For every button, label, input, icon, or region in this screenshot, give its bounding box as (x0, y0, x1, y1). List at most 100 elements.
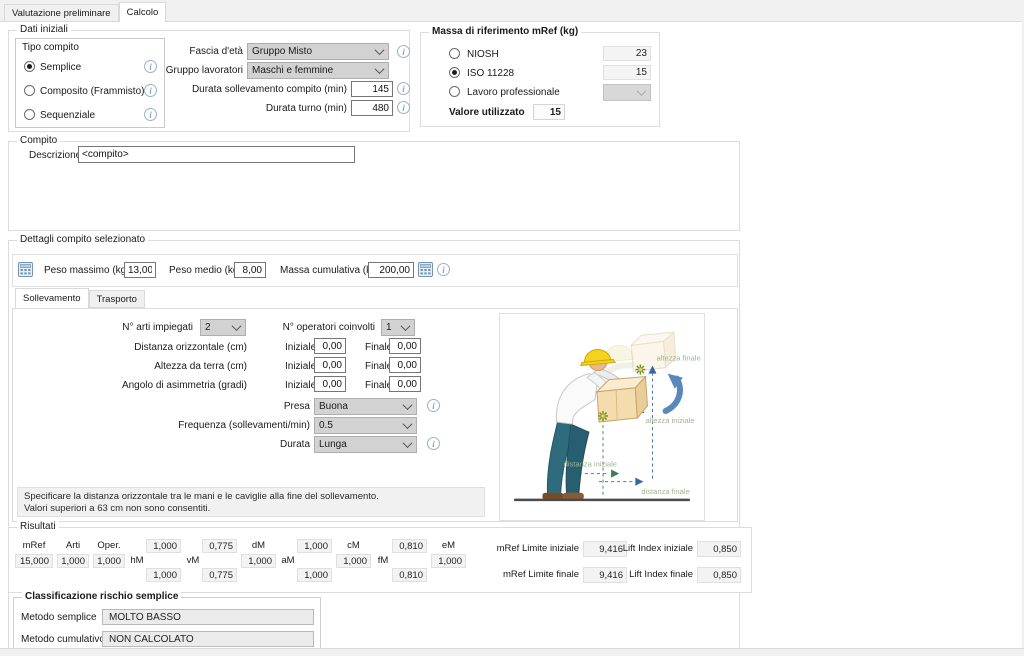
durata-combo[interactable]: Lunga (314, 436, 417, 453)
peso-medio-input[interactable] (234, 262, 266, 278)
gruppo-lavoratori-value: Maschi e femmine (252, 65, 333, 76)
frequenza-value: 0.5 (319, 420, 333, 431)
radio-niosh[interactable] (449, 48, 460, 59)
info-icon[interactable]: i (397, 82, 410, 95)
arti-label: Arti (57, 541, 89, 551)
am-label: aM (280, 556, 296, 566)
durata-sollevamento-label: Durata sollevamento compito (min) (192, 84, 347, 95)
mref-limite-finale-value: 9,416 (583, 567, 627, 583)
metodo-cumulativo-value: NON CALCOLATO (102, 631, 314, 647)
tab-valutazione-preliminare[interactable]: Valutazione preliminare (4, 4, 119, 22)
sollevamento-panel: N° arti impiegati 2 N° operatori coinvol… (12, 308, 738, 522)
dettagli-compito-title: Dettagli compito selezionato (17, 234, 148, 246)
operatori-combo[interactable]: 1 (381, 319, 415, 336)
fascia-eta-combo[interactable]: Gruppo Misto (247, 43, 389, 60)
compito-group: Compito Descrizione (8, 141, 740, 231)
valore-utilizzato-label: Valore utilizzato (449, 107, 525, 118)
chevron-down-icon (403, 438, 413, 448)
gruppo-lavoratori-label: Gruppo lavoratori (166, 65, 243, 76)
mref-value: 15,000 (15, 554, 53, 568)
durata-sollevamento-input[interactable] (351, 81, 393, 97)
tipo-compito-box: Tipo compito Semplice i Composito (Framm… (15, 38, 165, 128)
durata-turno-input[interactable] (351, 100, 393, 116)
info-icon[interactable]: i (397, 45, 410, 58)
peso-massimo-input[interactable] (124, 262, 156, 278)
radio-lavoro-professionale-label[interactable]: Lavoro professionale (467, 87, 560, 98)
application-window: Valutazione preliminare Calcolo Dati ini… (0, 0, 1024, 656)
main-tabstrip: Valutazione preliminare Calcolo (4, 2, 166, 22)
angolo-asimmetria-finale-input[interactable] (389, 376, 421, 392)
niosh-value: 23 (603, 46, 651, 61)
iniziale-label: Iniziale (285, 342, 316, 353)
distanza-orizzontale-finale-input[interactable] (389, 338, 421, 354)
frequenza-combo[interactable]: 0.5 (314, 417, 417, 434)
radio-sequenziale[interactable] (24, 109, 35, 120)
info-icon[interactable]: i (427, 437, 440, 450)
operatori-value: 1 (386, 322, 392, 333)
arti-impiegati-label: N° arti impiegati (122, 322, 193, 333)
em-value: 1,000 (431, 554, 466, 568)
info-icon[interactable]: i (144, 60, 157, 73)
fm-label: fM (375, 556, 391, 566)
classificazione-title: Classificazione rischio semplice (22, 591, 181, 603)
tab-trasporto[interactable]: Trasporto (89, 290, 145, 308)
distanza-iniziale-label: distanza iniziale (564, 460, 617, 469)
info-icon[interactable]: i (437, 263, 450, 276)
presa-combo[interactable]: Buona (314, 398, 417, 415)
chevron-down-icon (403, 400, 413, 410)
massa-cumulativa-input[interactable] (368, 262, 414, 278)
hm-finale-value: 1,000 (146, 568, 181, 582)
radio-composito-label[interactable]: Composito (Frammisto) (40, 86, 144, 97)
info-icon[interactable]: i (397, 101, 410, 114)
radio-iso-11228[interactable] (449, 67, 460, 78)
dettagli-tabstrip: Sollevamento Trasporto (15, 288, 145, 308)
classificazione-group: Classificazione rischio semplice Metodo … (13, 597, 321, 655)
peso-massimo-label: Peso massimo (kg) (44, 265, 130, 276)
chevron-down-icon (375, 45, 385, 55)
radio-composito[interactable] (24, 85, 35, 96)
altezza-da-terra-iniziale-input[interactable] (314, 357, 346, 373)
descrizione-input[interactable] (78, 146, 355, 163)
note-line-2: Valori superiori a 63 cm non sono consen… (24, 503, 478, 515)
radio-niosh-label[interactable]: NIOSH (467, 49, 499, 60)
info-icon[interactable]: i (427, 399, 440, 412)
lift-index-finale-label: Lift Index finale (629, 570, 693, 580)
mref-label: mRef (15, 541, 53, 551)
angolo-asimmetria-iniziale-input[interactable] (314, 376, 346, 392)
calculator-icon[interactable] (418, 262, 433, 277)
note-box: Specificare la distanza orizzontale tra … (17, 487, 485, 517)
dati-iniziali-group: Dati iniziali Tipo compito Semplice i Co… (8, 30, 410, 132)
radio-sequenziale-label[interactable]: Sequenziale (40, 110, 95, 121)
altezza-finale-label: altezza finale (657, 353, 701, 362)
arti-impiegati-combo[interactable]: 2 (200, 319, 246, 336)
radio-lavoro-professionale[interactable] (449, 86, 460, 97)
vm-iniziale-value: 0,775 (202, 539, 237, 553)
chevron-down-icon (375, 64, 385, 74)
tab-calcolo[interactable]: Calcolo (119, 2, 167, 22)
valore-utilizzato-value: 15 (533, 104, 565, 120)
calculator-icon[interactable] (18, 262, 33, 277)
info-icon[interactable]: i (144, 84, 157, 97)
lift-index-finale-value: 0,850 (697, 567, 741, 583)
peso-medio-label: Peso medio (kg) (169, 265, 242, 276)
cm-value: 1,000 (336, 554, 371, 568)
metodo-cumulativo-label: Metodo cumulativo (21, 634, 105, 645)
distanza-orizzontale-iniziale-input[interactable] (314, 338, 346, 354)
fm-iniziale-value: 0,810 (392, 539, 427, 553)
risultati-title: Risultati (17, 521, 59, 533)
dm-label: dM (241, 541, 276, 551)
radio-semplice-label[interactable]: Semplice (40, 62, 81, 73)
altezza-da-terra-finale-input[interactable] (389, 357, 421, 373)
radio-iso-11228-label[interactable]: ISO 11228 (467, 68, 514, 79)
fm-finale-value: 0,810 (392, 568, 427, 582)
mref-limite-iniziale-value: 9,416 (583, 541, 627, 557)
info-icon[interactable]: i (144, 108, 157, 121)
gruppo-lavoratori-combo[interactable]: Maschi e femmine (247, 62, 389, 79)
angolo-asimmetria-label: Angolo di asimmetria (gradi) (122, 380, 247, 391)
arti-value: 1,000 (57, 554, 89, 568)
vm-label: vM (185, 556, 201, 566)
risultati-group: Risultati mRef 15,000 Arti 1,000 Oper. 1… (8, 527, 752, 593)
radio-semplice[interactable] (24, 61, 35, 72)
presa-label: Presa (284, 401, 310, 412)
tab-sollevamento[interactable]: Sollevamento (15, 288, 89, 308)
